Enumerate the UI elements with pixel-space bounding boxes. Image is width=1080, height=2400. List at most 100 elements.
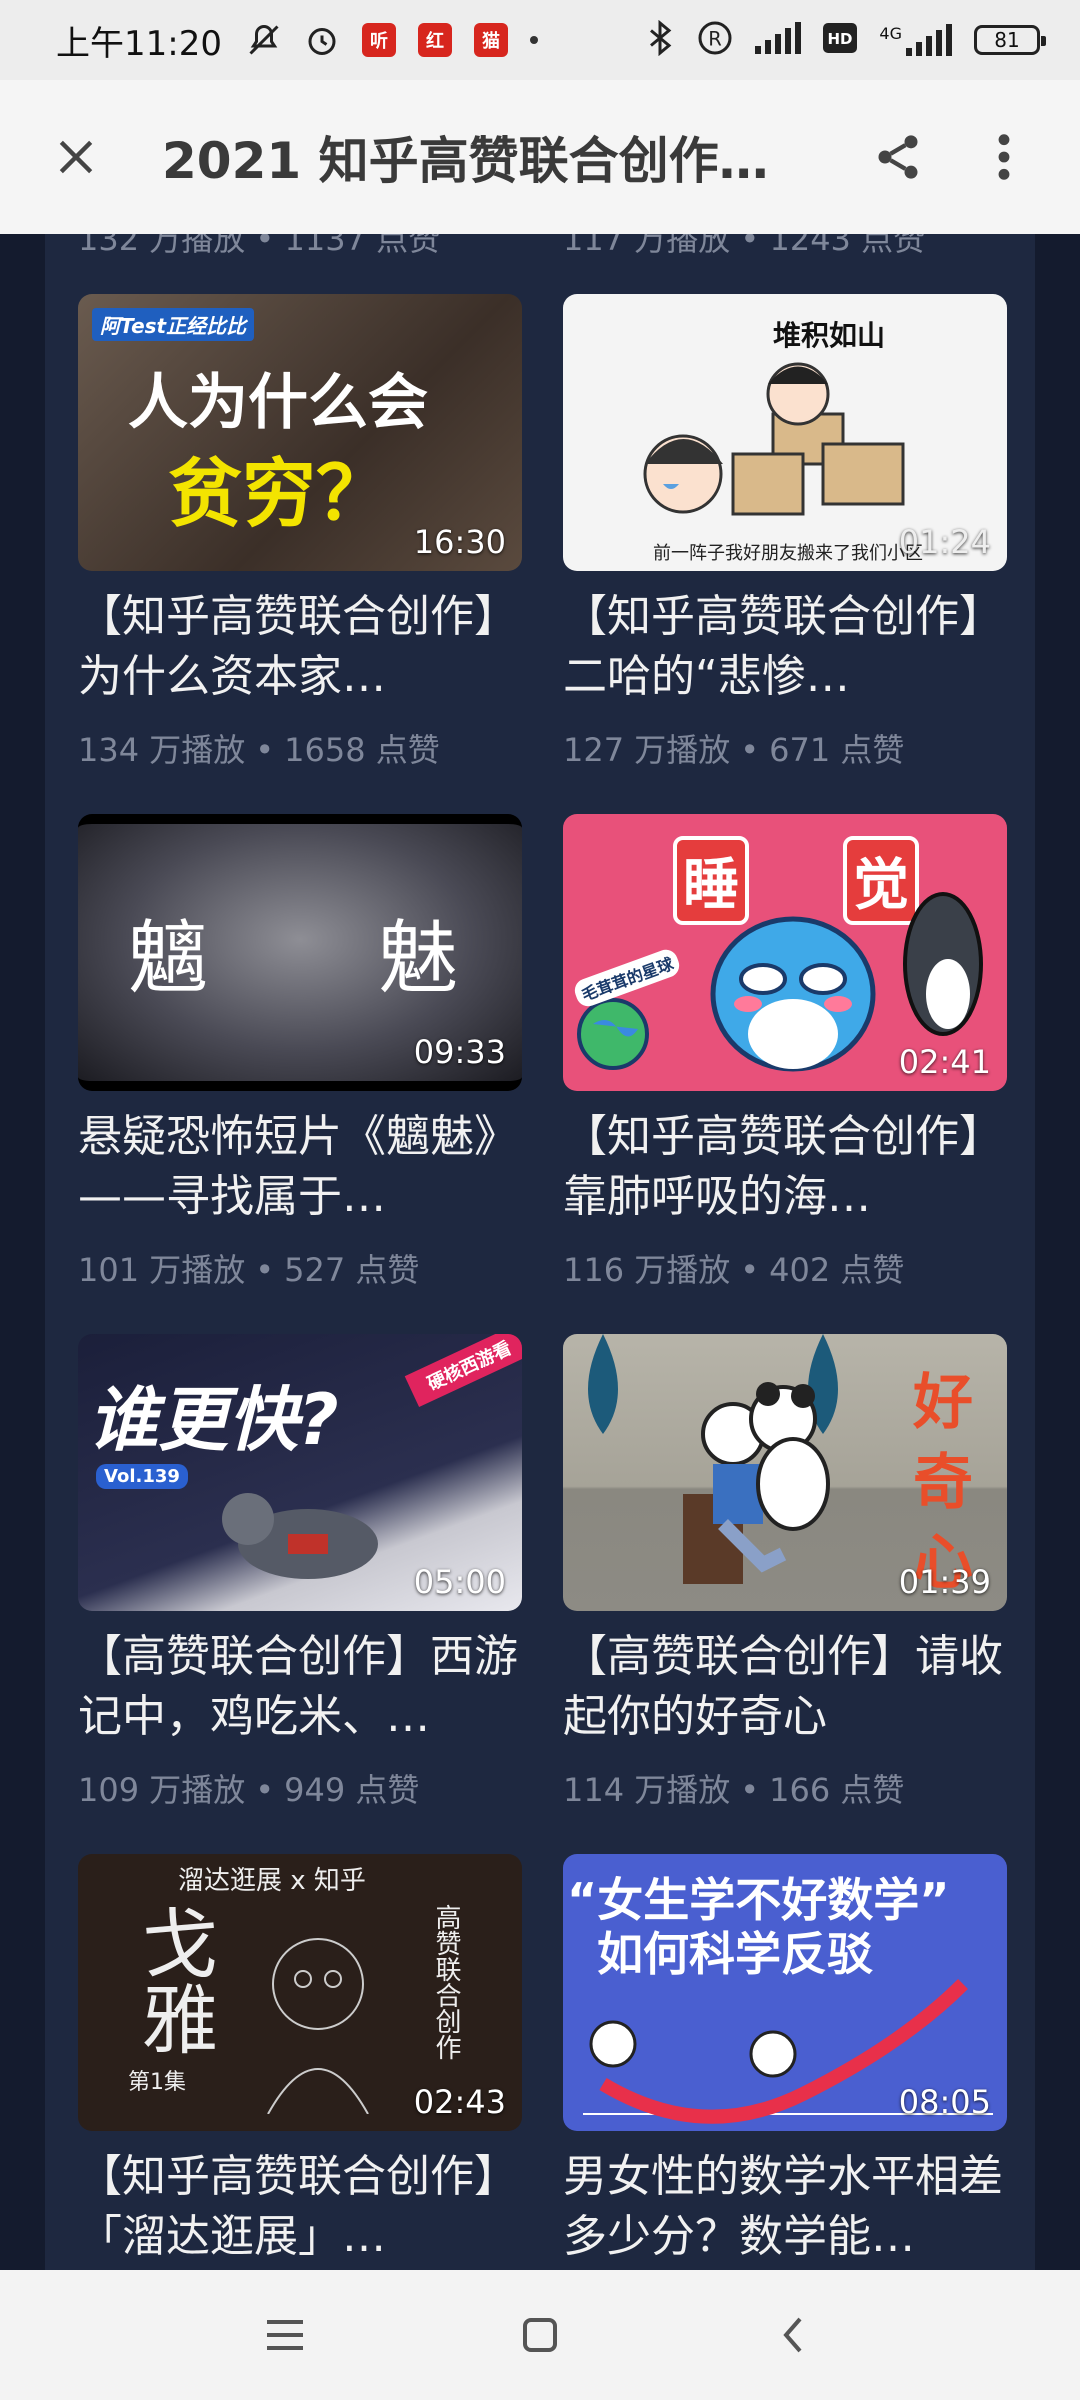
signal-4g-icon: 4G <box>879 24 952 56</box>
thumb-headline: 魅 <box>378 912 458 1005</box>
video-list-panel[interactable]: 132 万播放 • 1137 点赞 117 万播放 • 1243 点赞 阿Tes… <box>45 234 1035 2270</box>
video-thumbnail[interactable]: 睡 觉 毛茸茸的星球 02:41 <box>563 814 1007 1091</box>
whale-illustration <box>903 892 983 1036</box>
close-button[interactable] <box>36 117 116 197</box>
video-title[interactable]: 【高赞联合创作】西游记中，鸡吃米、… <box>78 1627 522 1747</box>
thumb-brand-text: 阿Test正经比比 <box>92 308 255 341</box>
video-title[interactable]: 【知乎高赞联合创作】为什么资本家… <box>78 587 522 707</box>
like-count: 1658 点赞 <box>284 731 440 769</box>
video-thumbnail[interactable]: 谁更快? Vol.139 硬核西游看 05:00 <box>78 1334 522 1611</box>
close-icon <box>59 140 93 174</box>
home-square-icon <box>522 2318 557 2352</box>
video-meta: 101 万播放 • 527 点赞 <box>78 1251 420 1289</box>
bluetooth-icon <box>645 19 675 60</box>
video-duration: 09:33 <box>413 1033 506 1071</box>
previous-row-meta: 132 万播放 • 1137 点赞 117 万播放 • 1243 点赞 <box>45 234 1035 258</box>
thumb-headline: 溜达逛展 x 知乎 <box>178 1866 366 1896</box>
video-title[interactable]: 【知乎高赞联合创作】「溜达逛展」… <box>78 2147 522 2267</box>
more-options-button[interactable] <box>964 117 1044 197</box>
play-count: 109 万播放 <box>78 1771 246 1809</box>
alarm-icon <box>304 22 340 58</box>
system-nav-bar <box>0 2270 1080 2400</box>
video-duration: 01:39 <box>898 1563 991 1601</box>
back-chevron-icon <box>783 2317 802 2353</box>
thumb-headline: 魑 <box>128 912 208 1005</box>
app-notification-icon: 猫 <box>473 23 508 57</box>
thumb-headline: 戈雅 <box>129 1904 218 2056</box>
thumb-headline: 堆积如山 <box>773 319 886 352</box>
thumb-headline: 谁更快? <box>88 1379 339 1461</box>
video-card[interactable]: 谁更快? Vol.139 硬核西游看 05:00 【高赞联合创作】西游记中，鸡吃… <box>78 1334 522 1811</box>
like-count: 166 点赞 <box>769 1771 905 1809</box>
video-duration: 08:05 <box>898 2083 991 2121</box>
video-card[interactable]: 堆积如山 前一阵子我好朋友搬来了我们小区 01:24 【知乎高赞联合创作】二哈的… <box>563 294 1007 771</box>
thumb-caption: 高赞联合创作 <box>431 1904 461 2060</box>
thumb-caption: 前一阵子我好朋友搬来了我们小区 <box>653 543 923 564</box>
panda-illustration <box>683 1382 830 1584</box>
video-thumbnail[interactable]: 溜达逛展 x 知乎 戈雅 第1集 高赞联合创作 02:43 <box>78 1854 522 2131</box>
video-meta: 114 万播放 • 166 点赞 <box>563 1771 905 1809</box>
thumb-headline: 奇 <box>913 1448 973 1518</box>
battery-icon: 81 <box>974 25 1046 55</box>
video-card[interactable]: 睡 觉 毛茸茸的星球 02:41 【知乎高赞联合创作】靠肺呼吸的海… 116 万… <box>563 814 1007 1291</box>
thumb-headline: 好 <box>913 1368 973 1438</box>
share-icon <box>878 135 918 179</box>
dog-illustration <box>222 1493 378 1579</box>
svg-text:HD: HD <box>828 30 853 48</box>
video-title[interactable]: 悬疑恐怖短片《魑魅》——寻找属于… <box>78 1107 522 1227</box>
share-button[interactable] <box>858 117 938 197</box>
back-button[interactable] <box>748 2290 838 2380</box>
video-duration: 01:24 <box>898 523 991 561</box>
app-notification-icon: 红 <box>417 23 452 57</box>
portrait-sketch <box>267 1938 369 2114</box>
more-notifications-dot-icon <box>529 36 538 44</box>
thumb-badge: 硬核西游看 <box>404 1334 522 1408</box>
video-card[interactable]: 阿Test正经比比 人为什么会 贫穷？ 16:30 【知乎高赞联合创作】为什么资… <box>78 294 522 771</box>
play-count: 127 万播放 <box>563 731 731 769</box>
registered-icon: R <box>697 20 733 60</box>
play-count: 101 万播放 <box>78 1251 246 1289</box>
video-title[interactable]: 【高赞联合创作】请收起你的好奇心 <box>563 1627 1007 1747</box>
video-card[interactable]: 魑 魅 09:33 悬疑恐怖短片《魑魅》——寻找属于… 101 万播放 • 527 … <box>78 814 522 1291</box>
play-count: 134 万播放 <box>78 731 246 769</box>
video-duration: 16:30 <box>413 523 506 561</box>
video-thumbnail[interactable]: 堆积如山 前一阵子我好朋友搬来了我们小区 01:24 <box>563 294 1007 571</box>
video-thumbnail[interactable]: 魑 魅 09:33 <box>78 814 522 1091</box>
video-thumbnail[interactable]: 好 奇 心 01:39 <box>563 1334 1007 1611</box>
app-notification-icon: 听 <box>361 23 396 57</box>
video-card[interactable]: “女生学不好数学” 如何科学反驳 08:05 男女性的数学水平相差多少分？数学能… <box>563 1854 1007 2267</box>
video-title[interactable]: 【知乎高赞联合创作】靠肺呼吸的海… <box>563 1107 1007 1227</box>
like-count: 949 点赞 <box>284 1771 420 1809</box>
status-time: 上午11:20 <box>56 23 222 64</box>
play-count: 114 万播放 <box>563 1771 731 1809</box>
play-count: 116 万播放 <box>563 1251 731 1289</box>
thumb-badge: Vol.139 <box>96 1464 188 1489</box>
video-duration: 02:43 <box>413 2083 506 2121</box>
status-bar: 上午11:20 听 红 猫 R HD 4G 81 <box>0 0 1080 80</box>
home-button[interactable] <box>495 2290 585 2380</box>
video-title[interactable]: 【知乎高赞联合创作】二哈的“悲惨… <box>563 587 1007 707</box>
video-duration: 02:41 <box>898 1043 991 1081</box>
hd-icon: HD <box>823 23 858 57</box>
like-count: 402 点赞 <box>769 1251 905 1289</box>
video-meta: 109 万播放 • 949 点赞 <box>78 1771 420 1809</box>
video-meta: 127 万播放 • 671 点赞 <box>563 731 905 769</box>
thumb-caption: 第1集 <box>128 2070 186 2095</box>
recent-apps-button[interactable] <box>242 2290 332 2380</box>
video-card[interactable]: 溜达逛展 x 知乎 戈雅 第1集 高赞联合创作 02:43 【知乎高赞联合创作】… <box>78 1854 522 2267</box>
cartoon-illustration <box>643 362 905 516</box>
video-card[interactable]: 好 奇 心 01:39 【高赞联合创作】请收起你的好奇心 114 万播放 • 166… <box>563 1334 1007 1811</box>
video-meta: 134 万播放 • 1658 点赞 <box>78 731 440 769</box>
page-title: 2021 知乎高赞联合创作… <box>162 132 769 190</box>
thumb-headline: 贫穷？ <box>168 451 390 537</box>
signal-icon <box>755 22 802 58</box>
video-thumbnail[interactable]: 阿Test正经比比 人为什么会 贫穷？ 16:30 <box>78 294 522 571</box>
video-title[interactable]: 男女性的数学水平相差多少分？数学能… <box>563 2147 1007 2267</box>
like-count: 527 点赞 <box>284 1251 420 1289</box>
video-duration: 05:00 <box>413 1563 506 1601</box>
thumb-headline: 人为什么会 <box>128 368 428 438</box>
video-meta: 132 万播放 • 1137 点赞 <box>78 234 441 258</box>
video-thumbnail[interactable]: “女生学不好数学” 如何科学反驳 08:05 <box>563 1854 1007 2131</box>
like-count: 671 点赞 <box>769 731 905 769</box>
dolphin-illustration <box>710 916 876 1072</box>
